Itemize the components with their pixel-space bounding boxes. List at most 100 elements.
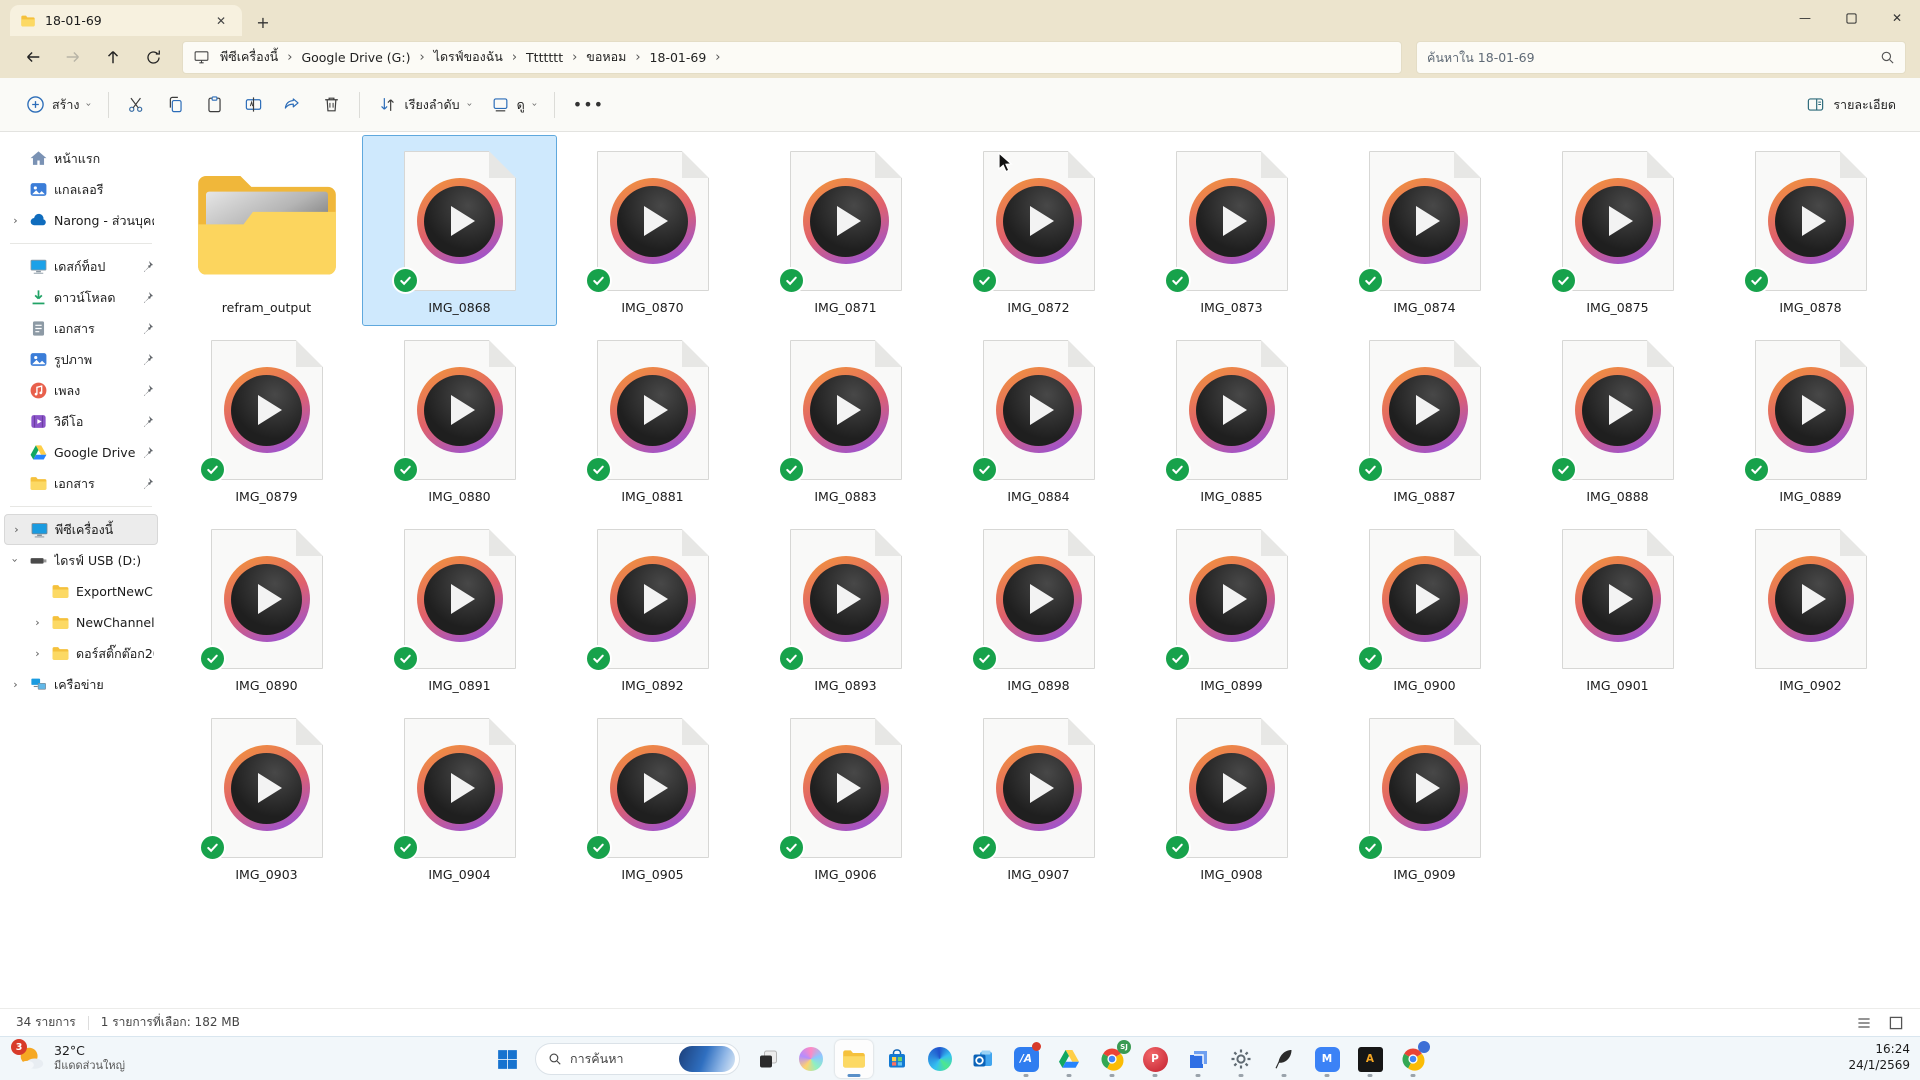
file-item[interactable]: IMG_0871 xyxy=(749,136,942,325)
explorer-tab[interactable]: 18-01-69 ✕ xyxy=(10,5,242,36)
large-icons-view-toggle-icon[interactable] xyxy=(1888,1015,1904,1031)
chevron-right-icon[interactable]: › xyxy=(507,50,522,65)
taskbar-app-app-a-icon[interactable]: /A xyxy=(1007,1040,1045,1078)
file-item[interactable]: IMG_0898 xyxy=(942,514,1135,703)
new-tab-button[interactable]: + xyxy=(248,8,278,36)
taskbar-app-google-drive-icon[interactable] xyxy=(1050,1040,1088,1078)
chevron-right-icon[interactable]: › xyxy=(710,50,725,65)
details-pane-toggle[interactable]: รายละเอียด xyxy=(1798,86,1904,124)
chevron-right-icon[interactable]: › xyxy=(282,50,297,65)
paste-button[interactable] xyxy=(195,86,234,124)
sidebar-item-gallery[interactable]: แกลเลอรี xyxy=(4,174,158,205)
file-item[interactable]: IMG_0902 xyxy=(1714,514,1907,703)
sidebar-item-home[interactable]: หน้าแรก xyxy=(4,143,158,174)
sidebar-item-documents[interactable]: เอกสาร xyxy=(4,313,158,344)
new-button[interactable]: สร้าง › xyxy=(16,86,100,124)
sort-button[interactable]: เรียงลำดับ › xyxy=(368,86,480,124)
forward-button[interactable] xyxy=(54,41,92,73)
chevron-right-icon[interactable]: › xyxy=(630,50,645,65)
file-item[interactable]: IMG_0904 xyxy=(363,703,556,892)
file-item[interactable]: IMG_0909 xyxy=(1328,703,1521,892)
tab-close-icon[interactable]: ✕ xyxy=(210,10,232,32)
sidebar-item-network[interactable]: › เครือข่าย xyxy=(4,669,158,700)
file-item[interactable]: IMG_0878 xyxy=(1714,136,1907,325)
file-item[interactable]: IMG_0875 xyxy=(1521,136,1714,325)
file-item[interactable]: IMG_0903 xyxy=(170,703,363,892)
file-item[interactable]: IMG_0892 xyxy=(556,514,749,703)
refresh-button[interactable] xyxy=(134,41,172,73)
taskbar-app-app-m-icon[interactable]: M xyxy=(1308,1040,1346,1078)
sidebar-item-music[interactable]: เพลง xyxy=(4,375,158,406)
file-item[interactable]: IMG_0888 xyxy=(1521,325,1714,514)
file-item[interactable]: IMG_0900 xyxy=(1328,514,1521,703)
breadcrumb-item[interactable]: พีซีเครื่องนี้ xyxy=(216,44,282,70)
breadcrumb[interactable]: พีซีเครื่องนี้›Google Drive (G:)›ไดรฟ์ขอ… xyxy=(182,41,1402,74)
file-item[interactable]: IMG_0907 xyxy=(942,703,1135,892)
breadcrumb-item[interactable]: Google Drive (G:) xyxy=(297,47,414,68)
chevron-right-icon[interactable]: › xyxy=(9,523,24,536)
file-item[interactable]: IMG_0890 xyxy=(170,514,363,703)
taskbar-app-settings-icon[interactable] xyxy=(1222,1040,1260,1078)
sidebar-item-desktop[interactable]: เดสก์ท็อป xyxy=(4,251,158,282)
breadcrumb-item[interactable]: ไดรฟ์ของฉัน xyxy=(430,44,507,70)
sidebar-item-this-pc[interactable]: › พีซีเครื่องนี้ xyxy=(4,514,158,545)
copy-button[interactable] xyxy=(156,86,195,124)
file-item[interactable]: IMG_0893 xyxy=(749,514,942,703)
taskbar-search[interactable]: การค้นหา xyxy=(535,1043,740,1075)
file-item[interactable]: IMG_0883 xyxy=(749,325,942,514)
file-item[interactable]: IMG_0881 xyxy=(556,325,749,514)
taskbar-app-task-view-icon[interactable] xyxy=(749,1040,787,1078)
sidebar-item-folder-documents[interactable]: เอกสาร xyxy=(4,468,158,499)
file-item[interactable]: IMG_0906 xyxy=(749,703,942,892)
sidebar-item-google-drive[interactable]: Google Drive (G:) xyxy=(4,437,158,468)
file-item[interactable]: IMG_0880 xyxy=(363,325,556,514)
sidebar-item-downloads[interactable]: ดาวน์โหลด xyxy=(4,282,158,313)
search-highlight-image[interactable] xyxy=(679,1046,735,1072)
chevron-right-icon[interactable]: › xyxy=(30,647,45,660)
up-button[interactable] xyxy=(94,41,132,73)
weather-widget[interactable]: 3 32°C มีแดดส่วนใหญ่ xyxy=(10,1041,131,1075)
taskbar-app-edge-icon[interactable] xyxy=(921,1040,959,1078)
taskbar-clock[interactable]: 16:24 24/1/2569 xyxy=(1848,1042,1910,1073)
more-options-button[interactable]: ••• xyxy=(563,86,614,124)
chevron-right-icon[interactable]: › xyxy=(8,678,23,691)
file-item[interactable]: IMG_0887 xyxy=(1328,325,1521,514)
file-item[interactable]: IMG_0873 xyxy=(1135,136,1328,325)
chevron-right-icon[interactable]: › xyxy=(567,50,582,65)
taskbar-app-app-p-icon[interactable]: P xyxy=(1136,1040,1174,1078)
file-item[interactable]: IMG_0870 xyxy=(556,136,749,325)
delete-button[interactable] xyxy=(312,86,351,124)
file-item[interactable]: IMG_0901 xyxy=(1521,514,1714,703)
file-item[interactable]: IMG_0889 xyxy=(1714,325,1907,514)
taskbar-app-chrome-2-icon[interactable] xyxy=(1394,1040,1432,1078)
chevron-right-icon[interactable]: › xyxy=(8,214,23,227)
chevron-down-icon[interactable]: › xyxy=(8,554,23,567)
start-button[interactable] xyxy=(488,1040,526,1078)
file-item[interactable]: IMG_0874 xyxy=(1328,136,1521,325)
sidebar-item-dorstiktok2026[interactable]: › ดอร์สติ๊กต๊อก2026 xyxy=(4,638,158,669)
maximize-button[interactable] xyxy=(1828,0,1874,36)
share-button[interactable] xyxy=(273,86,312,124)
chevron-right-icon[interactable]: › xyxy=(30,616,45,629)
breadcrumb-item[interactable]: 18-01-69 xyxy=(646,47,711,68)
sidebar-item-usb-drive[interactable]: › ไดรฟ์ USB (D:) xyxy=(4,545,158,576)
taskbar-app-outlook-icon[interactable] xyxy=(964,1040,1002,1078)
file-item[interactable]: IMG_0908 xyxy=(1135,703,1328,892)
breadcrumb-item[interactable]: Ttttttt xyxy=(522,47,567,68)
view-button[interactable]: ดู › xyxy=(481,86,546,124)
file-item[interactable]: IMG_0879 xyxy=(170,325,363,514)
file-item[interactable]: IMG_0872 xyxy=(942,136,1135,325)
file-item[interactable]: IMG_0905 xyxy=(556,703,749,892)
taskbar-app-blue-layers-icon[interactable] xyxy=(1179,1040,1217,1078)
list-view-toggle-icon[interactable] xyxy=(1856,1015,1872,1031)
chevron-right-icon[interactable]: › xyxy=(414,50,429,65)
rename-button[interactable] xyxy=(234,86,273,124)
file-item[interactable]: refram_output xyxy=(170,136,363,325)
search-input[interactable] xyxy=(1427,50,1880,65)
close-button[interactable]: ✕ xyxy=(1874,0,1920,36)
taskbar-app-feather-icon[interactable] xyxy=(1265,1040,1303,1078)
minimize-button[interactable]: — xyxy=(1782,0,1828,36)
search-box[interactable] xyxy=(1416,41,1906,74)
breadcrumb-item[interactable]: ขอหอม xyxy=(582,44,630,70)
cut-button[interactable] xyxy=(117,86,156,124)
